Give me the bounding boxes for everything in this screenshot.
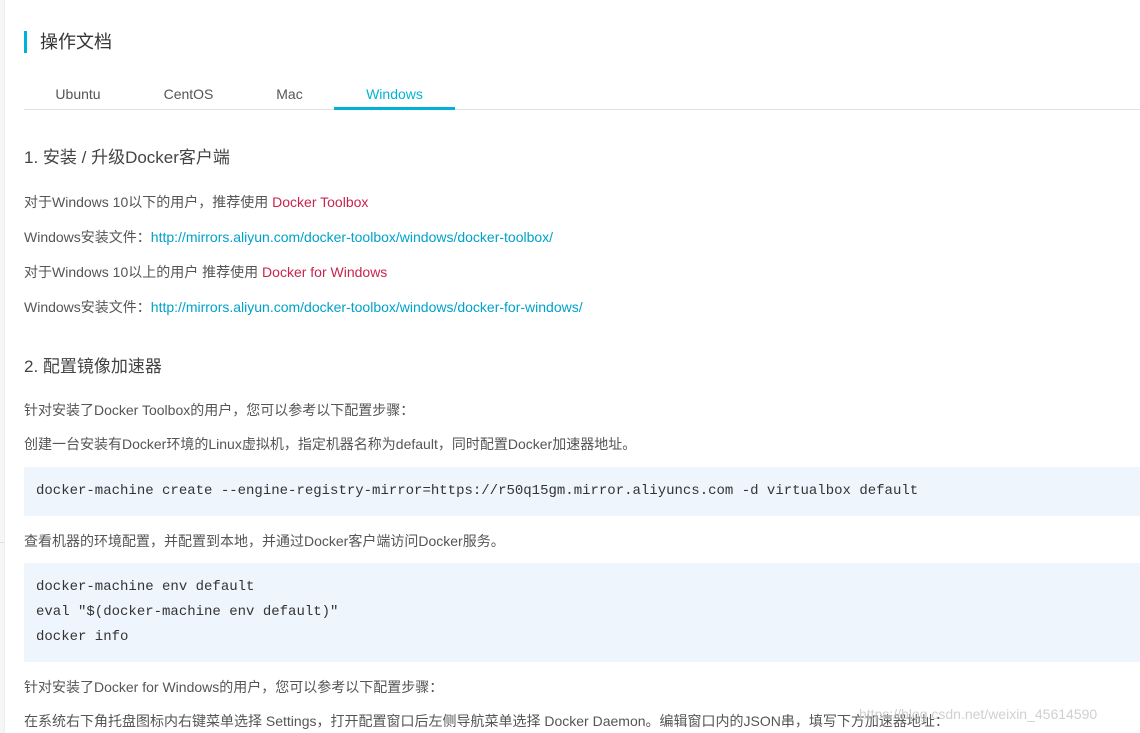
toolbox-steps-intro: 针对安装了Docker Toolbox的用户，您可以参考以下配置步骤：: [24, 402, 415, 418]
tab-windows[interactable]: Windows: [334, 78, 455, 110]
code-block-env[interactable]: docker-machine env default eval "$(docke…: [24, 563, 1140, 662]
watermark: https://blog.csdn.net/weixin_45614590: [859, 706, 1098, 722]
daemon-settings-instruction: 在系统右下角托盘图标内右键菜单选择 Settings，打开配置窗口后左侧导航菜单…: [24, 713, 949, 729]
page-title: 操作文档: [24, 31, 112, 53]
section-2-heading: 2. 配置镜像加速器: [24, 357, 162, 376]
create-vm-instruction: 创建一台安装有Docker环境的Linux虚拟机，指定机器名称为default，…: [24, 436, 637, 452]
section-1-heading: 1. 安装 / 升级Docker客户端: [24, 148, 230, 167]
docker-for-windows-installer-line: Windows安装文件：http://mirrors.aliyun.com/do…: [24, 298, 583, 316]
tab-mac[interactable]: Mac: [264, 78, 315, 109]
tab-ubuntu[interactable]: Ubuntu: [42, 78, 114, 109]
code-line: docker info: [36, 629, 129, 645]
left-panel-divider: [0, 542, 4, 543]
docker-for-windows-recommendation: 对于Windows 10以上的用户 推荐使用 Docker for Window…: [24, 263, 387, 281]
docker-for-windows-installer-label: Windows安装文件：: [24, 299, 151, 315]
left-panel-edge: [0, 0, 5, 733]
toolbox-installer-url[interactable]: http://mirrors.aliyun.com/docker-toolbox…: [151, 229, 553, 245]
code-line: eval "$(docker-machine env default)": [36, 604, 339, 620]
docker-for-windows-recommendation-text: 对于Windows 10以上的用户 推荐使用: [24, 264, 263, 280]
docker-toolbox-link[interactable]: Docker Toolbox: [272, 194, 368, 210]
toolbox-recommendation: 对于Windows 10以下的用户，推荐使用 Docker Toolbox: [24, 193, 368, 211]
code-line: docker-machine create --engine-registry-…: [36, 483, 919, 499]
toolbox-installer-label: Windows安装文件：: [24, 229, 151, 245]
code-line: docker-machine env default: [36, 579, 255, 595]
docker-for-windows-steps-intro: 针对安装了Docker for Windows的用户，您可以参考以下配置步骤：: [24, 679, 444, 695]
toolbox-recommendation-text: 对于Windows 10以下的用户，推荐使用: [24, 194, 273, 210]
tab-centos[interactable]: CentOS: [150, 78, 227, 109]
docker-for-windows-link[interactable]: Docker for Windows: [262, 264, 387, 280]
env-config-instruction: 查看机器的环境配置，并配置到本地，并通过Docker客户端访问Docker服务。: [24, 533, 505, 549]
docker-for-windows-installer-url[interactable]: http://mirrors.aliyun.com/docker-toolbox…: [151, 299, 583, 315]
code-block-create-machine[interactable]: docker-machine create --engine-registry-…: [24, 467, 1140, 516]
os-tabs: Ubuntu CentOS Mac Windows: [24, 78, 1140, 110]
toolbox-installer-line: Windows安装文件：http://mirrors.aliyun.com/do…: [24, 228, 553, 246]
